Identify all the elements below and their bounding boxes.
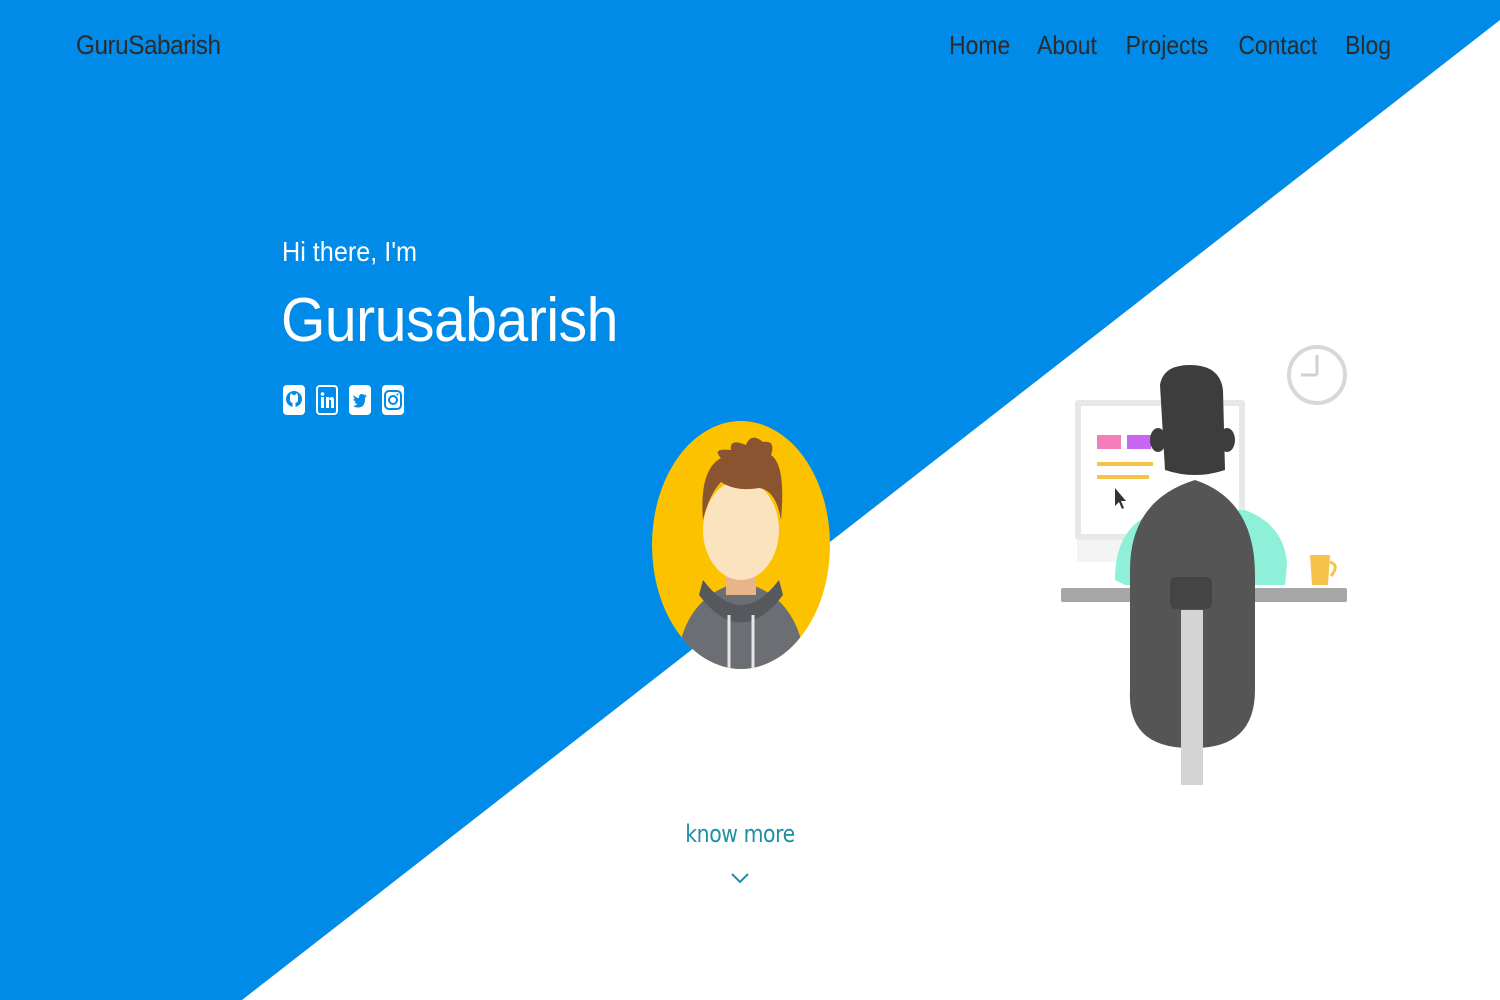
brand-logo[interactable]: GuruSabarish xyxy=(76,30,221,61)
nav-link-contact[interactable]: Contact xyxy=(1239,30,1318,61)
workspace-illustration xyxy=(1061,345,1347,785)
nav-link-about[interactable]: About xyxy=(1038,30,1098,61)
nav-link-home[interactable]: Home xyxy=(949,30,1010,61)
navbar: GuruSabarish Home About Projects Contact… xyxy=(0,0,1500,100)
chevron-down-icon[interactable] xyxy=(729,870,751,886)
linkedin-icon[interactable] xyxy=(315,384,339,416)
hero-greeting: Hi there, I'm xyxy=(282,236,418,267)
github-icon[interactable] xyxy=(282,384,306,416)
avatar xyxy=(652,421,830,669)
social-links xyxy=(282,384,405,416)
twitter-icon[interactable] xyxy=(348,384,372,416)
instagram-icon[interactable] xyxy=(381,384,405,416)
nav-link-blog[interactable]: Blog xyxy=(1345,30,1391,61)
know-more-link[interactable]: know more xyxy=(655,820,825,848)
nav-link-projects[interactable]: Projects xyxy=(1126,30,1209,61)
nav-links: Home About Projects Contact Blog xyxy=(945,30,1394,61)
hero-name: Gurusabarish xyxy=(281,286,618,355)
